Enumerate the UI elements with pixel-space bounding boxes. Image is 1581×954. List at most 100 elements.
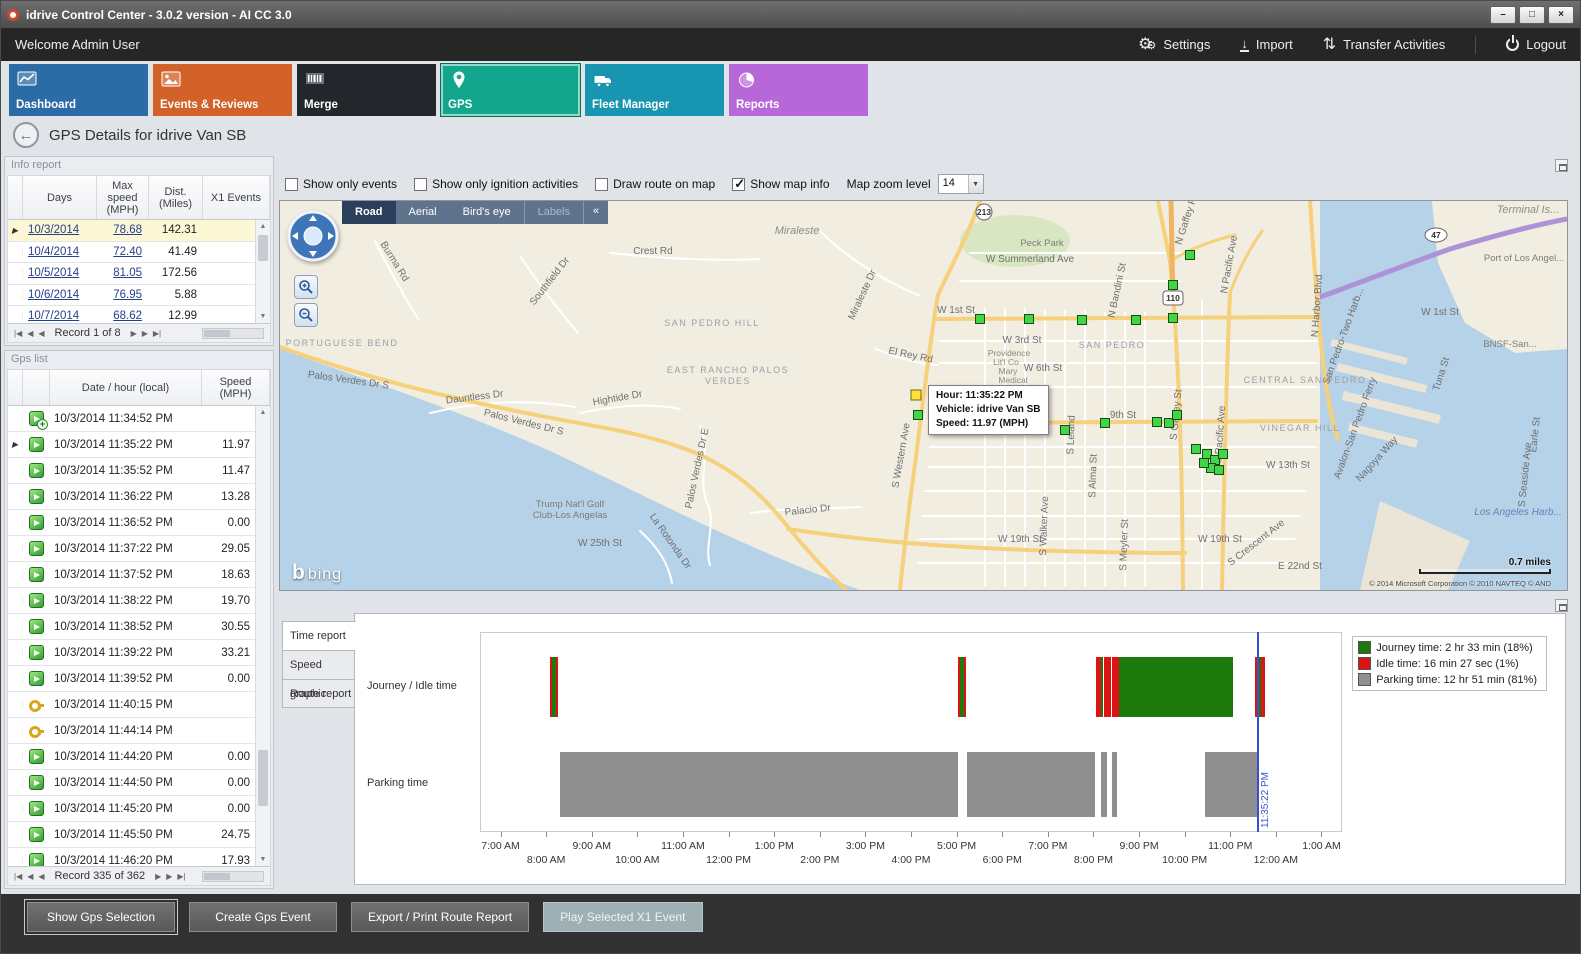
map-zoom-in-button[interactable] <box>294 275 318 299</box>
gps-marker[interactable] <box>1215 466 1224 475</box>
transfer-activities-button[interactable]: ⇅ Transfer Activities <box>1323 37 1446 52</box>
max-speed-link[interactable]: 81.05 <box>97 267 149 279</box>
max-speed-link[interactable]: 76.95 <box>97 289 149 301</box>
import-button[interactable]: ↓ Import <box>1240 37 1292 52</box>
gps-marker[interactable] <box>1169 314 1178 323</box>
scroll-down-icon[interactable]: ▼ <box>256 853 270 866</box>
footer-button[interactable]: Create Gps Event <box>189 902 337 932</box>
map-view-tab[interactable]: Bird's eye <box>450 201 524 224</box>
gps-list-row[interactable]: ▶ 10/3/2014 11:38:52 PM 30.55 <box>8 614 270 640</box>
gps-marker[interactable] <box>1192 445 1201 454</box>
horizontal-scrollbar[interactable] <box>202 328 264 339</box>
gps-marker[interactable] <box>1061 426 1070 435</box>
gps-marker[interactable] <box>1101 419 1110 428</box>
gps-marker[interactable] <box>1132 316 1141 325</box>
gps-list-row[interactable]: ▶ 10/3/2014 11:34:52 PM <box>8 406 270 432</box>
map-view-tab[interactable]: Aerial <box>396 201 450 224</box>
info-report-row[interactable]: ▶ 10/5/2014 81.05 172.56 <box>8 263 270 285</box>
gps-list-row[interactable]: ▶ 10/3/2014 11:44:20 PM 0.00 <box>8 744 270 770</box>
day-link[interactable]: 10/7/2014 <box>23 310 97 322</box>
gps-list-row[interactable]: ▶ 10/3/2014 11:45:50 PM 24.75 <box>8 822 270 848</box>
gps-marker[interactable] <box>1200 459 1209 468</box>
scroll-up-icon[interactable]: ▲ <box>256 220 270 233</box>
day-link[interactable]: 10/5/2014 <box>23 267 97 279</box>
scroll-up-icon[interactable]: ▲ <box>256 406 270 419</box>
chart-tab[interactable]: Time report <box>282 621 356 650</box>
last-page-button[interactable]: ▶| <box>153 329 161 338</box>
info-report-scrollbar[interactable]: ▲ ▼ <box>255 220 270 323</box>
map-zoom-out-button[interactable] <box>294 303 318 327</box>
next-group-button[interactable]: ▶ <box>166 872 172 881</box>
map-view-tab[interactable]: Labels <box>524 201 583 224</box>
map-option-checkbox[interactable]: Show map info <box>732 177 829 191</box>
column-header-date[interactable]: Date / hour (local) <box>50 370 202 405</box>
gps-marker[interactable] <box>1219 450 1228 459</box>
gps-list-row[interactable]: ▶ 10/3/2014 11:45:20 PM 0.00 <box>8 796 270 822</box>
back-button[interactable]: ← <box>13 122 39 148</box>
map-option-checkbox[interactable]: Draw route on map <box>595 177 715 191</box>
column-header-speed[interactable]: Speed (MPH) <box>202 370 270 405</box>
max-speed-link[interactable]: 72.40 <box>97 246 149 258</box>
map-panel[interactable]: MiralestePeck ParkW Summerland AveN Band… <box>279 200 1568 591</box>
first-page-button[interactable]: |◀ <box>14 872 22 881</box>
selected-gps-marker[interactable] <box>911 390 921 400</box>
prev-button[interactable]: ◀ <box>38 872 44 881</box>
day-link[interactable]: 10/4/2014 <box>23 246 97 258</box>
tile-events-reviews[interactable]: Events & Reviews <box>153 64 292 116</box>
gps-list-row[interactable]: ▶ 10/3/2014 11:44:14 PM <box>8 718 270 744</box>
chevron-down-icon[interactable]: ▼ <box>968 175 983 193</box>
column-header-max-speed[interactable]: Max speed (MPH) <box>97 176 149 219</box>
info-report-row[interactable]: ▶ 10/3/2014 78.68 142.31 <box>8 220 270 242</box>
map-option-checkbox[interactable]: Show only ignition activities <box>414 177 578 191</box>
tile-fleet-manager[interactable]: Fleet Manager <box>585 64 724 116</box>
gps-marker[interactable] <box>914 411 923 420</box>
chart-tab[interactable]: Speed graphic <box>282 650 355 679</box>
zoom-level-select[interactable]: 14 ▼ <box>938 174 984 194</box>
map-view-tab[interactable]: Road <box>342 201 396 224</box>
first-page-button[interactable]: |◀ <box>14 329 22 338</box>
last-page-button[interactable]: ▶| <box>177 872 185 881</box>
gps-list-scrollbar[interactable]: ▲ ▼ <box>255 406 270 866</box>
close-button[interactable]: × <box>1548 6 1574 24</box>
horizontal-scrollbar[interactable] <box>202 871 264 882</box>
map-compass[interactable] <box>286 209 340 266</box>
gps-list-row[interactable]: ▶ 10/3/2014 11:39:52 PM 0.00 <box>8 666 270 692</box>
column-header-days[interactable]: Days <box>23 176 97 219</box>
gps-marker[interactable] <box>1169 281 1178 290</box>
next-button[interactable]: ▶ <box>131 329 137 338</box>
footer-button[interactable]: Show Gps Selection <box>27 902 175 932</box>
info-report-row[interactable]: ▶ 10/4/2014 72.40 41.49 <box>8 242 270 264</box>
footer-button[interactable]: Export / Print Route Report <box>351 902 529 932</box>
gps-list-row[interactable]: ▶ 10/3/2014 11:38:22 PM 19.70 <box>8 588 270 614</box>
map-canvas[interactable]: MiralestePeck ParkW Summerland AveN Band… <box>280 201 1567 590</box>
gps-list-row[interactable]: ▶ 10/3/2014 11:35:52 PM 11.47 <box>8 458 270 484</box>
prev-group-button[interactable]: ◀ <box>27 329 33 338</box>
max-speed-link[interactable]: 78.68 <box>97 224 149 236</box>
gps-marker[interactable] <box>1153 418 1162 427</box>
gps-list-row[interactable]: ▶ 10/3/2014 11:37:22 PM 29.05 <box>8 536 270 562</box>
map-tabs-collapse-button[interactable]: « <box>583 201 608 224</box>
gps-marker[interactable] <box>1025 315 1034 324</box>
map-panel-collapse-button[interactable] <box>1555 159 1568 172</box>
gps-marker[interactable] <box>1078 316 1087 325</box>
prev-button[interactable]: ◀ <box>38 329 44 338</box>
minimize-button[interactable]: – <box>1490 6 1516 24</box>
tile-reports[interactable]: Reports <box>729 64 868 116</box>
tile-merge[interactable]: Merge <box>297 64 436 116</box>
prev-group-button[interactable]: ◀ <box>27 872 33 881</box>
gps-list-row[interactable]: ▶ 10/3/2014 11:36:22 PM 13.28 <box>8 484 270 510</box>
next-group-button[interactable]: ▶ <box>142 329 148 338</box>
next-button[interactable]: ▶ <box>155 872 161 881</box>
scroll-thumb[interactable] <box>258 235 268 261</box>
maximize-button[interactable]: □ <box>1519 6 1545 24</box>
scroll-down-icon[interactable]: ▼ <box>256 310 270 323</box>
gps-list-row[interactable]: ▶ 10/3/2014 11:40:15 PM <box>8 692 270 718</box>
gps-marker[interactable] <box>1173 411 1182 420</box>
day-link[interactable]: 10/6/2014 <box>23 289 97 301</box>
logout-button[interactable]: Logout <box>1506 37 1566 52</box>
info-report-row[interactable]: ▶ 10/6/2014 76.95 5.88 <box>8 285 270 307</box>
footer-button[interactable]: Play Selected X1 Event <box>543 902 702 932</box>
max-speed-link[interactable]: 68.62 <box>97 310 149 322</box>
chart-panel-collapse-button[interactable] <box>1555 599 1568 612</box>
gps-marker[interactable] <box>1186 251 1195 260</box>
